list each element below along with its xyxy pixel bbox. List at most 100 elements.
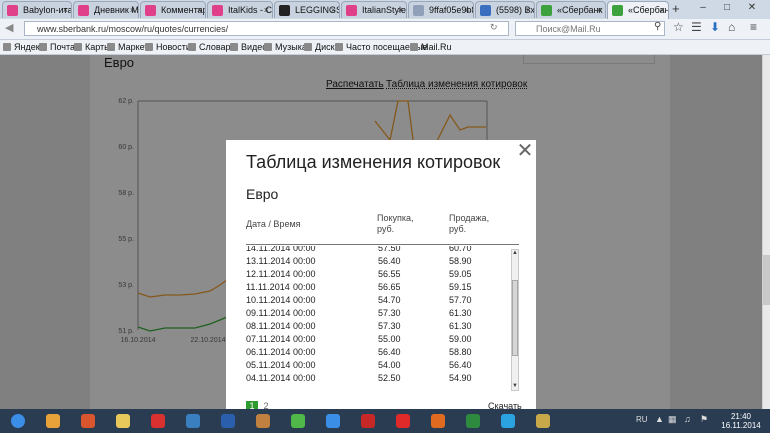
browser-tab[interactable]: LEGGINGS К...× [274, 1, 340, 18]
maximize-button[interactable]: □ [716, 1, 738, 15]
tab-close-icon[interactable]: × [63, 2, 68, 18]
cell-date: 09.11.2014 [246, 308, 291, 318]
new-tab-button[interactable]: + [672, 1, 680, 16]
cell-buy: 57.50 [378, 246, 401, 253]
clock[interactable]: 21:40 16.11.2014 [718, 412, 764, 430]
scroll-up-icon[interactable]: ▲ [512, 250, 518, 257]
minimize-button[interactable]: – [692, 1, 714, 15]
close-icon[interactable]: ✕ [516, 141, 534, 161]
folder-icon-glyph [116, 414, 130, 428]
tab-close-icon[interactable]: × [331, 2, 336, 18]
cell-sell: 54.90 [449, 373, 472, 383]
browser-tab[interactable]: (5598) Входя...× [475, 1, 535, 18]
scroll-down-icon[interactable]: ▼ [512, 383, 518, 390]
search-icon[interactable]: ⚲ [654, 21, 661, 32]
screen-icon[interactable] [529, 411, 557, 431]
cell-time: 00:00 [293, 334, 316, 344]
bookmark-item[interactable]: Словари [188, 40, 236, 54]
tab-close-icon[interactable]: × [465, 2, 470, 18]
browser-tab[interactable]: ItalianStyle-...× [341, 1, 407, 18]
windows-start-icon[interactable] [4, 411, 32, 431]
browser-tab[interactable]: Дневник Ма...× [73, 1, 139, 18]
browser-tab[interactable]: Babylon-ита...× [2, 1, 72, 18]
tab-close-icon[interactable]: × [526, 2, 531, 18]
page-2-button[interactable]: 2 [260, 401, 272, 409]
cell-time: 00:00 [293, 269, 316, 279]
language-indicator[interactable]: RU [636, 415, 648, 424]
tab-close-icon[interactable]: × [660, 2, 665, 19]
navigation-bar: ◀ www.sberbank.ru/moscow/ru/quotes/curre… [0, 19, 770, 40]
yandex-icon[interactable] [389, 411, 417, 431]
bookmark-item[interactable]: Карты [74, 40, 111, 54]
tab-close-icon[interactable]: × [197, 2, 202, 18]
bookmark-item[interactable]: Mail.Ru [410, 40, 452, 54]
star-icon[interactable]: ☆ [673, 20, 684, 34]
home-icon[interactable]: ⌂ [728, 20, 735, 34]
paint-bucket-icon[interactable] [249, 411, 277, 431]
icq-icon[interactable] [284, 411, 312, 431]
cell-sell: 59.00 [449, 334, 472, 344]
folder-icon[interactable] [109, 411, 137, 431]
tab-close-icon[interactable]: × [130, 2, 135, 18]
download-icon[interactable]: ⬇ [710, 20, 720, 34]
cell-buy: 56.40 [378, 256, 401, 266]
cell-time: 00:00 [293, 321, 316, 331]
tab-close-icon[interactable]: × [398, 2, 403, 18]
excel-icon[interactable] [459, 411, 487, 431]
flag-icon[interactable]: ⚑ [700, 414, 708, 425]
menu-icon[interactable]: ≡ [750, 20, 757, 34]
page-1-button[interactable]: 1 [246, 401, 258, 409]
browser-tab[interactable]: ItalKids - Со...× [207, 1, 273, 18]
search-input[interactable]: Поиск@Mail.Ru [515, 21, 665, 36]
column-header-date: Дата / Время [246, 219, 301, 229]
rates-table-body: 14.11.2014 00:00 57.50 60.70 13.11.2014 00:00… [246, 246, 516, 391]
bookmark-item[interactable]: Почта [39, 40, 75, 54]
firefox-icon[interactable] [424, 411, 452, 431]
bookmark-item[interactable]: Маркет [107, 40, 148, 54]
cell-time: 00:00 [293, 308, 316, 318]
close-window-button[interactable]: ✕ [741, 1, 763, 15]
browser-tab[interactable]: 9ffaf05e9b8b...× [408, 1, 474, 18]
reload-icon[interactable]: ↻ [490, 22, 498, 33]
tab-close-icon[interactable]: × [264, 2, 269, 18]
paint-icon[interactable] [74, 411, 102, 431]
table-scrollbar[interactable]: ▲ ▼ [511, 249, 519, 391]
cell-time: 00:00 [293, 360, 316, 370]
column-header-sell: Продажа, руб. [449, 213, 489, 235]
yandex-browser-icon[interactable] [144, 411, 172, 431]
tab-close-icon[interactable]: × [597, 2, 602, 18]
bookmark-item[interactable]: Музыка [264, 40, 307, 54]
bookmark-item[interactable]: Диск [304, 40, 335, 54]
page-scroll-thumb[interactable] [763, 255, 770, 305]
back-arrow-icon[interactable]: ◀ [5, 21, 13, 34]
cell-date: 08.11.2014 [246, 321, 291, 331]
bookmark-item[interactable]: Новости [145, 40, 191, 54]
page-scrollbar[interactable] [762, 55, 770, 409]
browser-tab[interactable]: Комментар...× [140, 1, 206, 18]
yandex-icon-glyph [396, 414, 410, 428]
volume-icon[interactable]: ♫ [684, 414, 691, 424]
cell-time: 00:00 [293, 295, 316, 305]
mail-agent-icon-glyph [326, 414, 340, 428]
hp-icon[interactable] [179, 411, 207, 431]
rates-modal: Таблица изменения котировок ✕ Евро Дата … [226, 140, 536, 409]
tray-arrow-icon[interactable]: ▲ [655, 414, 664, 424]
acrobat-icon-glyph [361, 414, 375, 428]
cell-date: 07.11.2014 [246, 334, 291, 344]
acrobat-icon[interactable] [354, 411, 382, 431]
bookmark-item[interactable]: Видео [230, 40, 267, 54]
bookmarks-icon[interactable]: ☰ [691, 20, 702, 34]
address-bar[interactable]: www.sberbank.ru/moscow/ru/quotes/currenc… [24, 21, 509, 36]
skype-icon[interactable] [494, 411, 522, 431]
word-icon[interactable] [214, 411, 242, 431]
paint-icon-glyph [81, 414, 95, 428]
download-link[interactable]: Скачать [488, 401, 522, 409]
table-scroll-thumb[interactable] [512, 280, 518, 356]
network-icon[interactable]: ▦ [668, 414, 677, 425]
browser-tab[interactable]: «Сбербанк ...× [536, 1, 606, 18]
cell-time: 00:00 [293, 373, 316, 383]
picasa-icon[interactable] [39, 411, 67, 431]
tab-favicon-icon [480, 5, 491, 16]
browser-tab[interactable]: «Сбербан...× [607, 1, 669, 19]
mail-agent-icon[interactable] [319, 411, 347, 431]
